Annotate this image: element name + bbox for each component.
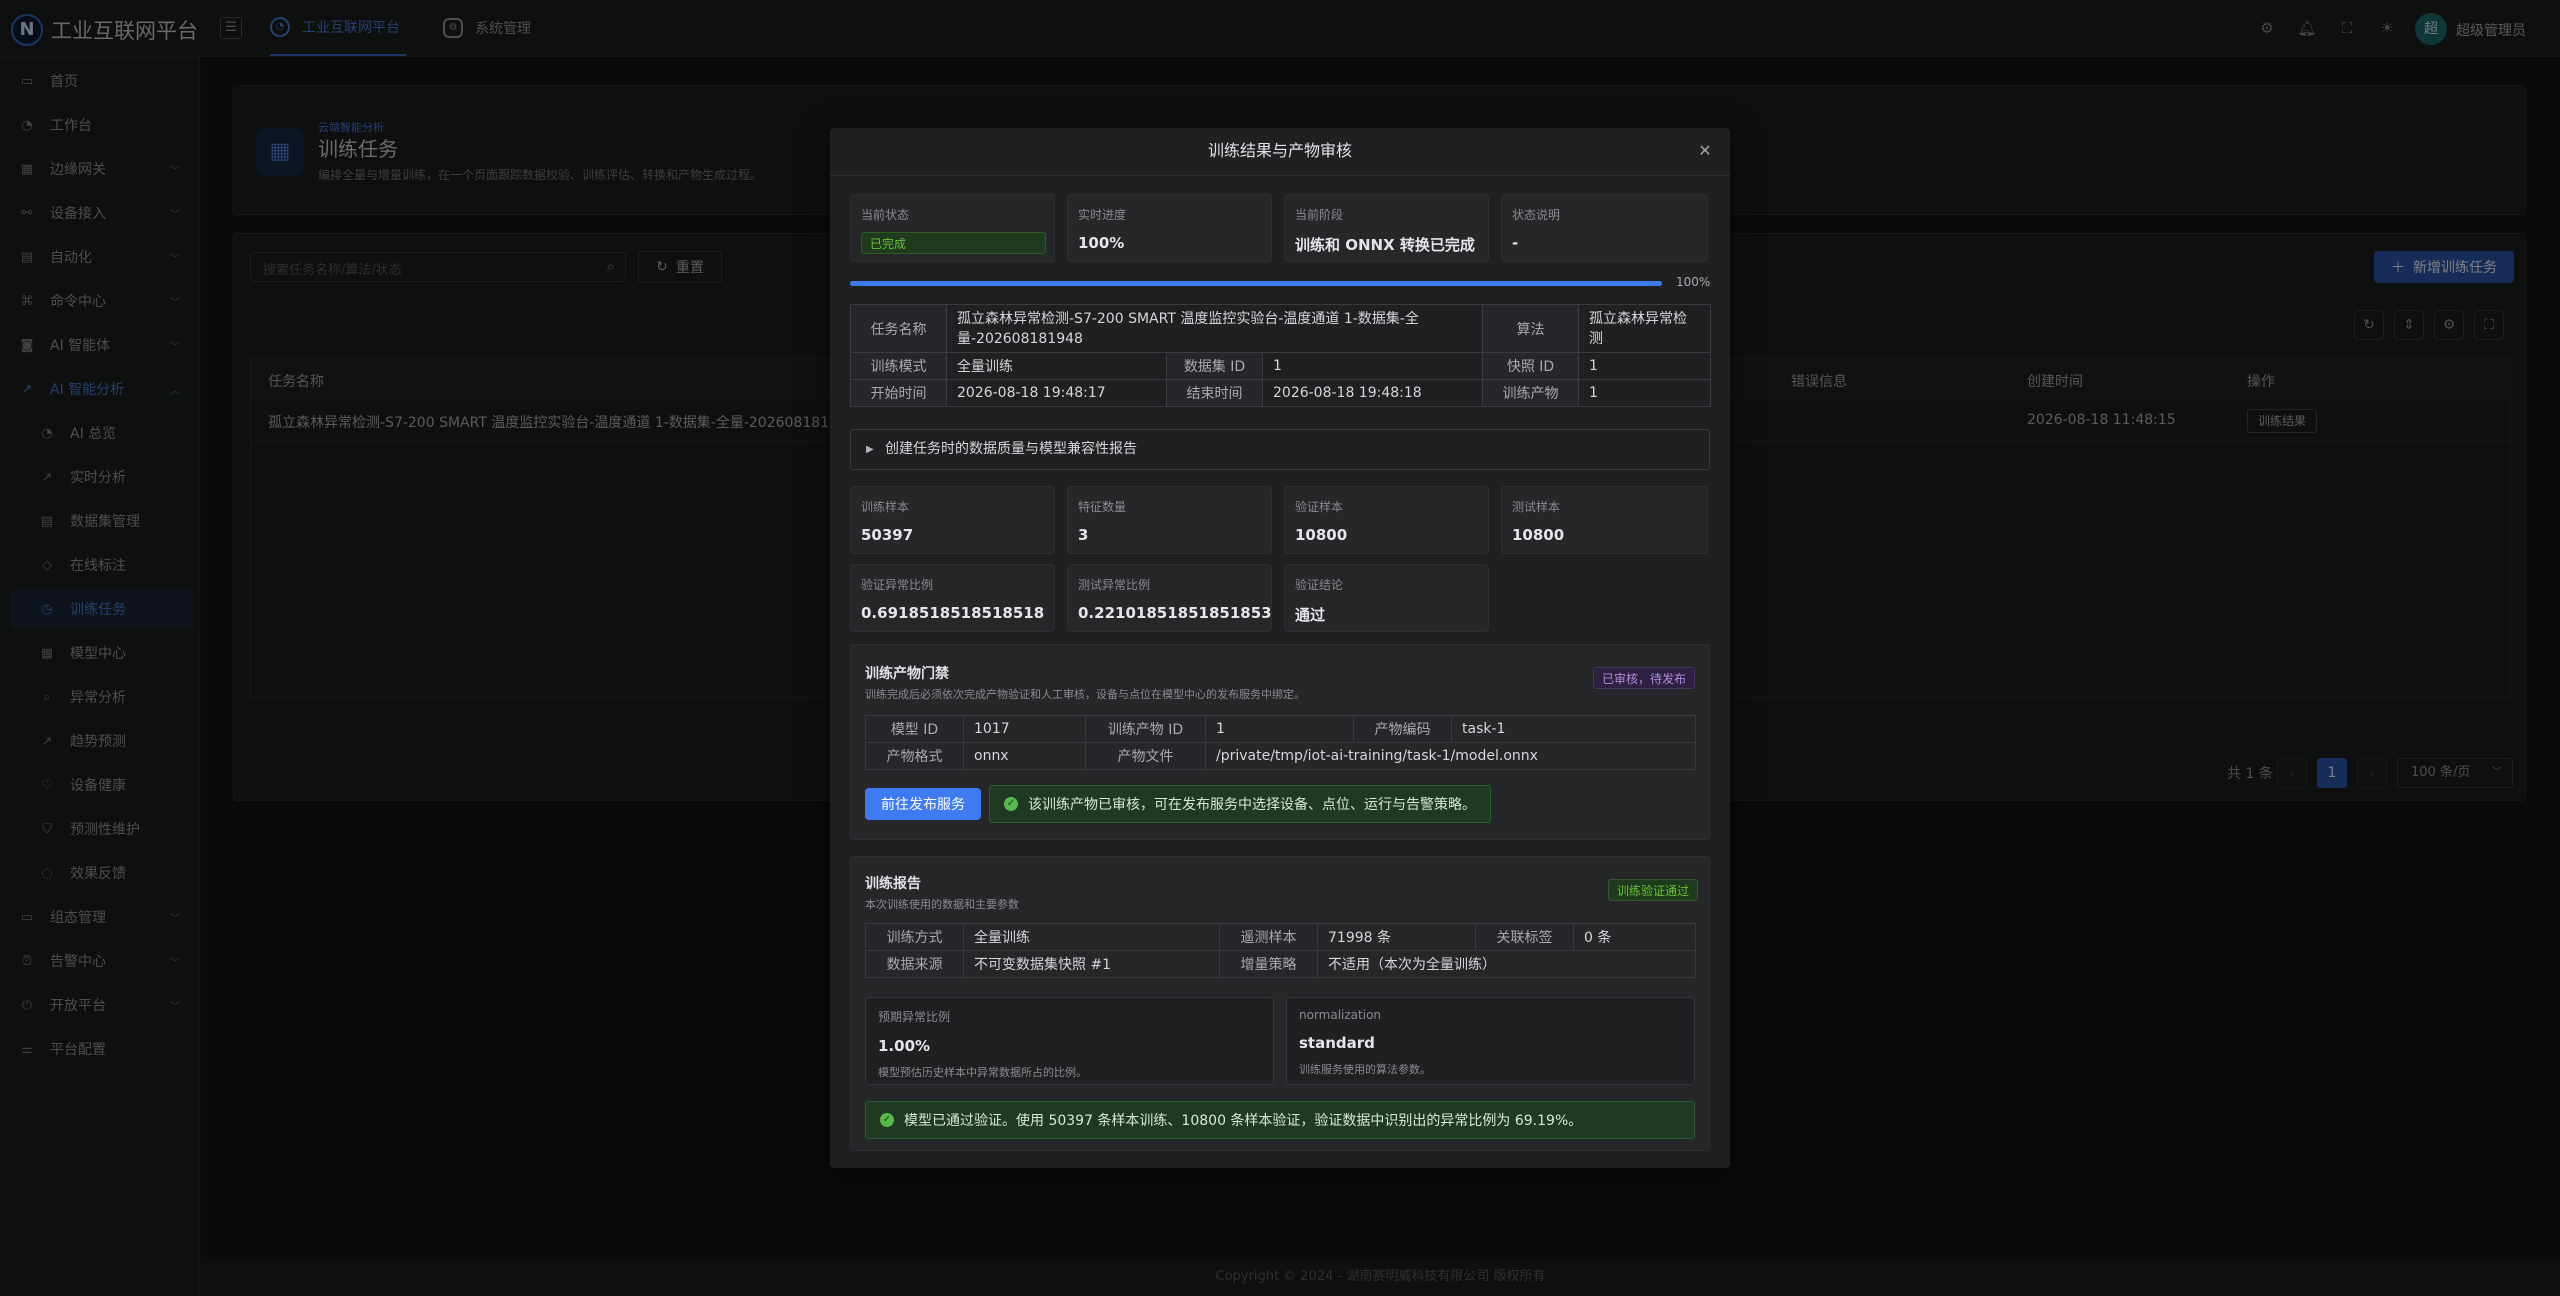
report-title: 训练报告 [865,876,921,892]
stat-current-stage: 当前阶段 训练和 ONNX 转换已完成 [1284,194,1489,262]
go-to-publish-button[interactable]: 前往发布服务 [865,788,981,820]
gate-title: 训练产物门禁 [865,666,949,682]
quality-report-collapse[interactable]: ▶ 创建任务时的数据质量与模型兼容性报告 [850,429,1710,470]
status-badge: 已完成 [861,232,1046,254]
task-name-value: 孤立森林异常检测-S7-200 SMART 温度监控实验台-温度通道 1-数据集… [945,304,1484,353]
task-info-table: 任务名称 孤立森林异常检测-S7-200 SMART 温度监控实验台-温度通道 … [850,304,1712,407]
metric-train-samples: 训练样本 50397 [850,486,1055,554]
metric-test-samples: 测试样本 10800 [1501,486,1708,554]
metric-validation-anomaly-ratio: 验证异常比例 0.6918518518518518 [850,564,1055,632]
training-summary-notice: ✓ 模型已通过验证。使用 50397 条样本训练、10800 条样本验证，验证数… [865,1101,1695,1139]
report-description: 本次训练使用的数据和主要参数 [865,898,1019,911]
algorithm-value: 孤立森林异常检测 [1578,304,1712,353]
expected-anomaly-ratio-card: 预期异常比例 1.00% 模型预估历史样本中异常数据所占的比例。 [865,997,1274,1085]
metric-feature-count: 特征数量 3 [1067,486,1272,554]
dialog-title: 训练结果与产物审核 [830,128,1730,176]
stat-current-status: 当前状态 已完成 [850,194,1055,262]
metric-validation-samples: 验证样本 10800 [1284,486,1489,554]
metric-validation-conclusion: 验证结论 通过 [1284,564,1489,632]
check-circle-icon: ✓ [1004,797,1018,811]
close-icon[interactable]: ✕ [1694,140,1716,162]
progress-text: 100% [1676,275,1711,289]
review-notice: ✓ 该训练产物已审核，可在发布服务中选择设备、点位、运行与告警策略。 [989,785,1491,823]
training-result-dialog: 训练结果与产物审核 ✕ 当前状态 已完成 实时进度 100% 当前阶段 训练和 … [830,128,1730,1168]
progress-track [850,281,1662,286]
report-info-table: 训练方式 全量训练 遥测样本 71998 条 关联标签 0 条 数据来源 不可变… [865,923,1696,978]
caret-right-icon: ▶ [866,444,874,455]
training-report-section: 训练报告 本次训练使用的数据和主要参数 训练验证通过 训练方式 全量训练 遥测样… [850,856,1710,1151]
review-status-badge: 已审核，待发布 [1593,667,1696,689]
metric-test-anomaly-ratio: 测试异常比例 0.22101851851851853 [1067,564,1272,632]
artifact-gate-section: 训练产物门禁 训练完成后必须依次完成产物验证和人工审核，设备与点位在模型中心的发… [850,644,1710,840]
check-circle-icon: ✓ [880,1113,894,1127]
normalization-card: normalization standard 训练服务使用的算法参数。 [1286,997,1695,1085]
validation-passed-badge: 训练验证通过 [1608,879,1699,901]
progress-fill [850,281,1662,286]
artifact-info-table: 模型 ID 1017 训练产物 ID 1 产物编码 task-1 产物格式 on… [865,715,1696,770]
stat-progress: 实时进度 100% [1067,194,1272,262]
gate-description: 训练完成后必须依次完成产物验证和人工审核，设备与点位在模型中心的发布服务中绑定。 [865,688,1305,701]
artifact-file-path: /private/tmp/iot-ai-training/task-1/mode… [1205,742,1696,770]
stat-status-note: 状态说明 - [1501,194,1708,262]
